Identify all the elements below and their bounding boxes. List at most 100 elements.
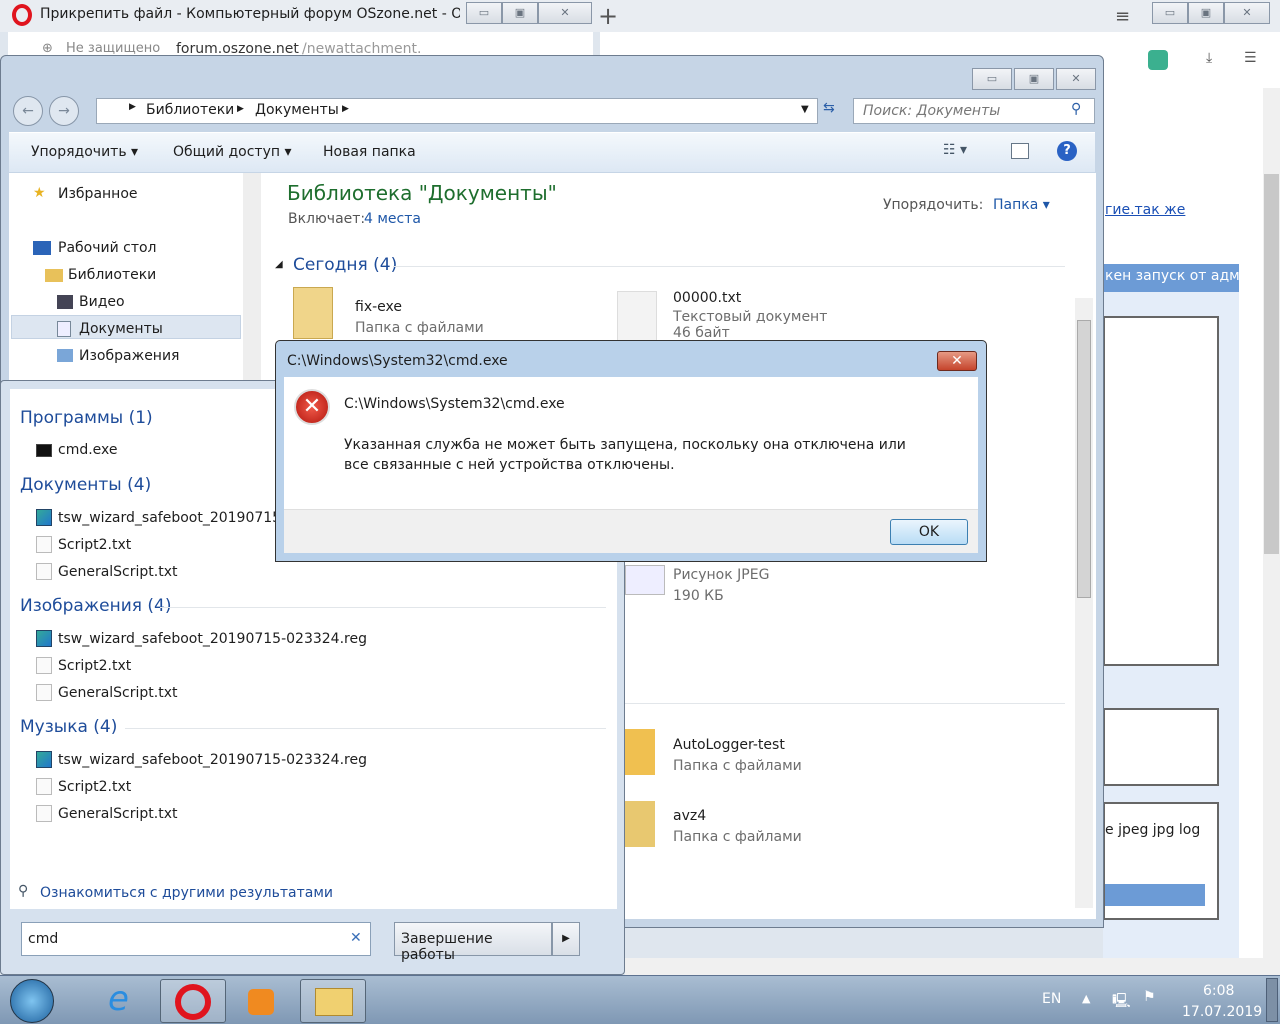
start-button[interactable] [10, 979, 54, 1023]
explorer-maximize-button[interactable]: ▣ [1014, 68, 1054, 90]
result-item[interactable]: Script2.txt [36, 657, 131, 674]
result-item[interactable]: GeneralScript.txt [36, 563, 178, 580]
clock-date[interactable]: 17.07.2019 [1182, 1004, 1262, 1020]
result-item[interactable]: cmd.exe [36, 442, 118, 458]
back-button[interactable]: ← [13, 96, 43, 126]
dropdown-arrow-icon[interactable]: ▼ [801, 104, 809, 115]
group-documents[interactable]: Документы (4) [20, 475, 151, 495]
more-results-link[interactable]: Ознакомиться с другими результатами [40, 885, 333, 901]
page-button[interactable] [1105, 884, 1205, 906]
nav-documents[interactable]: Документы [79, 321, 163, 337]
taskbar-opera[interactable] [160, 979, 226, 1023]
group-programs[interactable]: Программы (1) [20, 408, 153, 428]
browser2-close-button[interactable]: ✕ [1224, 2, 1270, 24]
ok-button[interactable]: OK [890, 519, 968, 545]
result-item[interactable]: tsw_wizard_safeboot_20190715-023324.reg [36, 751, 367, 768]
view-options-icon[interactable]: ☷ ▾ [943, 142, 967, 158]
text-file-icon [36, 684, 52, 701]
group-music[interactable]: Музыка (4) [20, 717, 117, 737]
arrange-dropdown[interactable]: Папка ▾ [993, 197, 1050, 213]
result-item[interactable]: tsw_wizard_safeboot_20190715-0 [36, 509, 295, 526]
page-link[interactable]: гие.так же [1105, 202, 1185, 218]
address-bar[interactable]: ⊕ Не защищено forum.oszone.net /newattac… [8, 32, 593, 57]
result-item[interactable]: GeneralScript.txt [36, 805, 178, 822]
tab-menu-icon[interactable]: ≡ [1115, 6, 1130, 27]
folder-icon [293, 287, 333, 339]
explorer-minimize-button[interactable]: ▭ [972, 68, 1012, 90]
nav-scrollbar[interactable] [243, 173, 261, 381]
browser2-minimize-button[interactable]: ▭ [1152, 2, 1188, 24]
file-type: Рисунок JPEG [673, 567, 770, 583]
settings-sliders-icon[interactable]: ☰ [1244, 50, 1257, 66]
group-images[interactable]: Изображения (4) [20, 596, 172, 616]
browser-maximize-button[interactable]: ▣ [502, 2, 538, 24]
clear-search-icon[interactable]: ✕ [350, 930, 362, 946]
organize-button[interactable]: Упорядочить ▾ [31, 144, 138, 160]
scrollbar-thumb[interactable] [1264, 174, 1279, 554]
taskbar-ie[interactable]: e [92, 979, 158, 1023]
new-tab-button[interactable]: + [598, 2, 618, 30]
file-name[interactable]: AutoLogger-test [673, 737, 785, 754]
file-name[interactable]: avz4 [673, 808, 706, 825]
group-today-header[interactable]: Сегодня (4) [293, 255, 397, 275]
text-file-icon [36, 778, 52, 795]
desktop-icon [33, 241, 51, 255]
shutdown-button[interactable]: Завершение работы [394, 922, 552, 963]
page-box: e jpeg jpg log [1103, 802, 1219, 920]
action-center-flag-icon[interactable]: ⚑ [1143, 989, 1156, 1005]
collapse-icon[interactable]: ◢ [275, 259, 283, 270]
dialog-body: ✕ C:\Windows\System32\cmd.exe Указанная … [284, 377, 978, 509]
taskbar-explorer[interactable] [300, 979, 366, 1023]
folder-icon [315, 988, 353, 1016]
nav-video[interactable]: Видео [79, 294, 125, 310]
explorer-close-button[interactable]: ✕ [1056, 68, 1096, 90]
show-hidden-icons[interactable]: ▲ [1082, 992, 1090, 1005]
browser-minimize-button[interactable]: ▭ [466, 2, 502, 24]
nav-libraries[interactable]: Библиотеки [68, 267, 156, 283]
taskbar-media-player[interactable] [228, 979, 294, 1023]
result-item[interactable]: Script2.txt [36, 536, 131, 553]
includes-link[interactable]: 4 места [364, 211, 421, 227]
content-scrollbar[interactable] [1075, 298, 1093, 908]
preview-pane-icon[interactable] [1011, 143, 1029, 159]
search-value: cmd [28, 931, 59, 947]
search-input[interactable]: Поиск: Документы [853, 98, 1095, 124]
start-search-input[interactable]: cmd ✕ [21, 922, 371, 956]
dialog-close-button[interactable]: ✕ [937, 351, 977, 371]
scrollbar-thumb[interactable] [1077, 320, 1091, 598]
forward-button[interactable]: → [49, 96, 79, 126]
file-name[interactable]: fix-exe [355, 299, 402, 316]
explorer-address-bar[interactable]: ▶ Библиотеки ▶ Документы ▶ ▼ [96, 98, 818, 124]
result-item[interactable]: tsw_wizard_safeboot_20190715-023324.reg [36, 630, 367, 647]
show-desktop-button[interactable] [1266, 978, 1278, 1022]
share-button[interactable]: Общий доступ ▾ [173, 144, 292, 160]
browser-tab-title[interactable]: Прикрепить файл - Компьютерный форум OSz… [40, 6, 460, 22]
browser-hscrollbar[interactable] [625, 958, 1280, 975]
download-icon[interactable]: ⤓ [1206, 50, 1212, 66]
vpn-icon[interactable] [1148, 50, 1168, 70]
browser-scrollbar[interactable] [1263, 88, 1280, 958]
page-textarea[interactable] [1103, 316, 1219, 666]
result-item[interactable]: GeneralScript.txt [36, 684, 178, 701]
network-icon[interactable]: 🖳 [1112, 990, 1131, 1014]
browser-close-button[interactable]: ✕ [538, 2, 592, 24]
clock-time[interactable]: 6:08 [1203, 983, 1234, 999]
chevron-right-icon: ▶ [342, 104, 349, 114]
nav-favorites[interactable]: Избранное [58, 186, 138, 202]
nav-images[interactable]: Изображения [79, 348, 179, 364]
breadcrumb-libraries[interactable]: Библиотеки [146, 102, 234, 118]
new-folder-button[interactable]: Новая папка [323, 144, 416, 160]
browser2-maximize-button[interactable]: ▣ [1188, 2, 1224, 24]
dialog-title: C:\Windows\System32\cmd.exe [287, 353, 508, 369]
breadcrumb-documents[interactable]: Документы [255, 102, 339, 118]
result-label: GeneralScript.txt [58, 684, 178, 701]
nav-desktop[interactable]: Рабочий стол [58, 240, 157, 256]
file-name[interactable]: 00000.txt [673, 290, 741, 307]
language-indicator[interactable]: EN [1042, 991, 1061, 1007]
result-item[interactable]: Script2.txt [36, 778, 131, 795]
shutdown-options-arrow[interactable]: ▶ [552, 922, 580, 956]
refresh-icon[interactable]: ⇆ [823, 100, 835, 116]
result-label: tsw_wizard_safeboot_20190715-023324.reg [58, 630, 367, 647]
help-icon[interactable]: ? [1057, 141, 1077, 161]
web-page-content: гие.так же кен запуск от адм e jpeg jpg … [1103, 88, 1263, 992]
